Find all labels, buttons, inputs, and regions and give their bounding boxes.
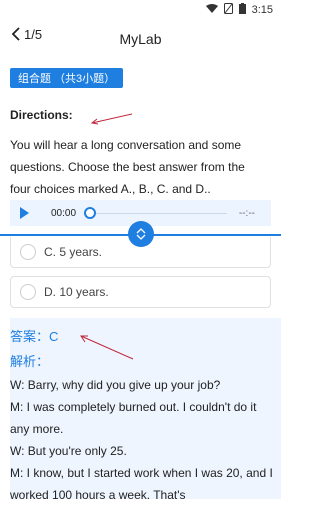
annotation-arrow-icon <box>80 335 134 360</box>
answer-panel: 答案：C 解析： W: Barry, why did you give up y… <box>10 318 281 502</box>
end-time: --:-- <box>238 207 255 219</box>
no-sim-icon <box>223 3 233 17</box>
radio-icon <box>20 244 36 260</box>
option-label: C. 5 years. <box>44 245 103 259</box>
option-c[interactable]: C. 5 years. <box>10 237 271 268</box>
transcript-line: M: I know, but I started work when I was… <box>10 466 273 502</box>
transcript-line: W: Barry, why did you give up your job? <box>10 378 221 392</box>
transcript: W: Barry, why did you give up your job? … <box>10 374 275 506</box>
group-tag: 组合题 （共3小题） <box>10 68 124 88</box>
battery-icon <box>238 3 246 17</box>
status-bar: 3:15 <box>0 0 281 20</box>
wifi-icon <box>205 3 218 17</box>
transcript-line: W: But you're only 25. <box>10 444 127 458</box>
option-d[interactable]: D. 10 years. <box>10 276 271 308</box>
directions-label: Directions: <box>10 108 73 122</box>
page-counter: 1/5 <box>24 26 43 42</box>
seek-knob[interactable] <box>84 207 97 219</box>
header: 1/5 MyLab <box>0 20 281 58</box>
radio-icon <box>20 284 36 300</box>
status-time: 3:15 <box>251 4 273 16</box>
transcript-line: M: I was completely burned out. I couldn… <box>10 400 257 436</box>
option-label: D. 10 years. <box>44 285 109 299</box>
directions-text: You will hear a long conversation and so… <box>10 138 245 196</box>
current-time: 00:00 <box>51 207 77 219</box>
seek-track[interactable] <box>96 212 227 214</box>
chevron-left-icon <box>11 27 20 41</box>
back-button[interactable]: 1/5 <box>10 26 42 42</box>
annotation-arrow-icon <box>90 113 133 125</box>
answer-text: 答案：C <box>10 329 59 344</box>
analysis-label: 解析： <box>10 354 50 369</box>
play-icon[interactable] <box>20 207 29 219</box>
page-title: MyLab <box>119 31 162 47</box>
